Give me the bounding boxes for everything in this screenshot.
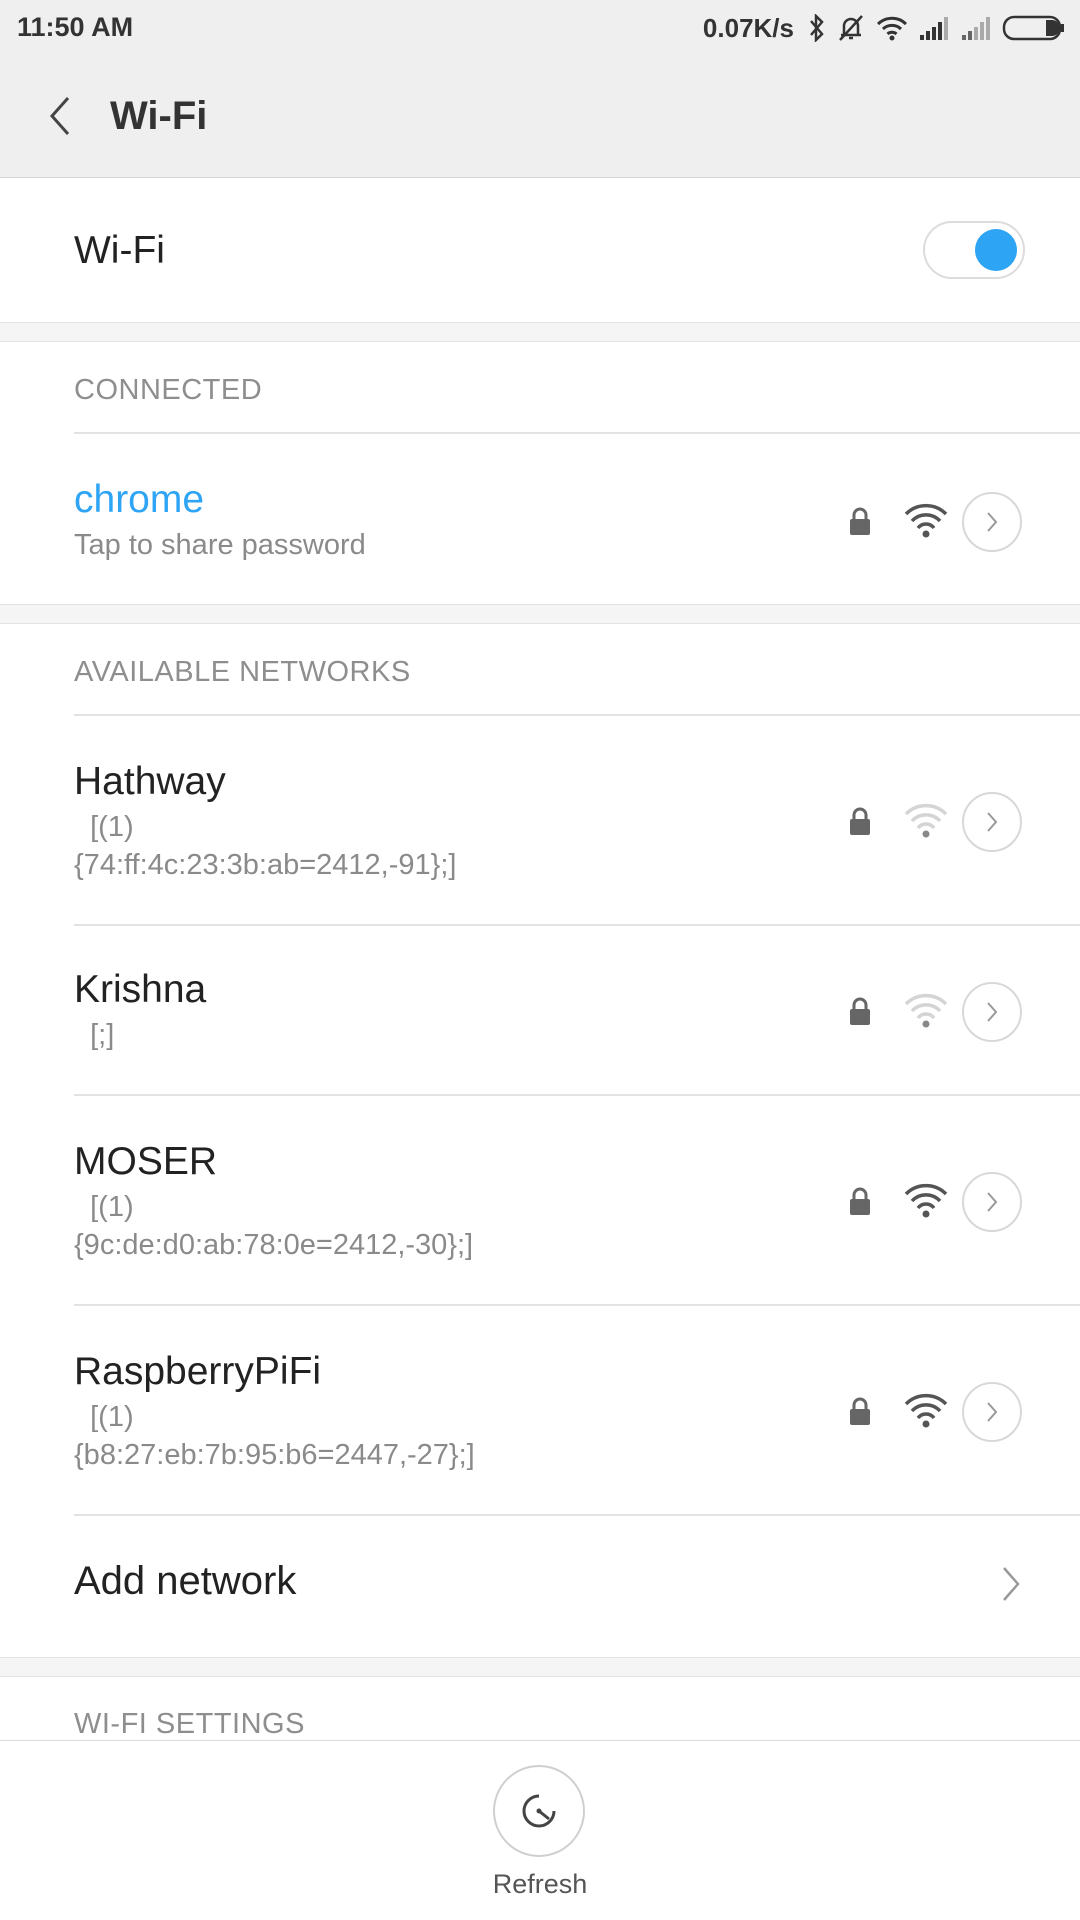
chevron-right-icon xyxy=(987,1192,998,1212)
lock-icon xyxy=(850,997,870,1025)
wifi-signal-icon xyxy=(904,803,948,838)
back-button[interactable] xyxy=(30,84,90,148)
wifi-settings-header: WI-FI SETTINGS xyxy=(74,1708,305,1740)
lock-icon xyxy=(850,807,870,835)
wifi-toggle-switch[interactable] xyxy=(923,221,1025,279)
network-name: RaspberryPiFi xyxy=(74,1350,322,1393)
wifi-signal-icon xyxy=(904,1393,948,1428)
wifi-signal-icon xyxy=(904,1183,948,1218)
wifi-toggle-label: Wi-Fi xyxy=(74,229,165,272)
network-subtitle: [(1) {b8:27:eb:7b:95:b6=2447,-27};] xyxy=(74,1401,475,1471)
wifi-toggle-row[interactable]: Wi-Fi xyxy=(0,179,1080,322)
status-icons: 0.07K/s xyxy=(703,10,1066,46)
page-title: Wi-Fi xyxy=(110,94,208,138)
chevron-right-icon xyxy=(1003,1567,1020,1601)
section-gap xyxy=(0,322,1080,342)
status-bar: 11:50 AM 0.07K/s xyxy=(0,0,1080,56)
action-bar: Wi-Fi xyxy=(0,56,1080,178)
chevron-right-icon xyxy=(987,812,998,832)
wifi-signal-icon xyxy=(904,503,948,538)
connected-network-row[interactable]: chrome Tap to share password xyxy=(0,434,1080,604)
network-details-button[interactable] xyxy=(962,492,1022,552)
refresh-button[interactable] xyxy=(493,1765,585,1857)
network-row-raspberrypifi[interactable]: RaspberryPiFi [(1) {b8:27:eb:7b:95:b6=24… xyxy=(0,1306,1080,1514)
network-row-krishna[interactable]: Krishna [;] xyxy=(0,926,1080,1094)
mute-icon xyxy=(836,13,866,43)
section-gap xyxy=(0,604,1080,624)
add-network-row[interactable]: Add network xyxy=(0,1515,1080,1657)
network-details-button[interactable] xyxy=(962,1382,1022,1442)
network-name: chrome xyxy=(74,478,205,521)
network-name: Hathway xyxy=(74,760,226,803)
chevron-right-icon xyxy=(987,1402,998,1422)
network-subtitle: [;] xyxy=(74,1019,115,1051)
signal-icon xyxy=(960,15,992,41)
chevron-right-icon xyxy=(987,512,998,532)
battery-icon xyxy=(1002,14,1066,42)
chevron-right-icon xyxy=(987,1002,998,1022)
add-network-label: Add network xyxy=(74,1559,297,1603)
chevron-left-icon xyxy=(49,97,70,135)
wifi-icon xyxy=(876,15,908,41)
wifi-signal-icon xyxy=(904,993,948,1028)
network-subtitle: [(1) {74:ff:4c:23:3b:ab=2412,-91};] xyxy=(74,811,457,881)
refresh-label: Refresh xyxy=(492,1869,588,1899)
network-details-button[interactable] xyxy=(962,792,1022,852)
refresh-icon xyxy=(522,1794,556,1828)
network-details-button[interactable] xyxy=(962,982,1022,1042)
network-speed: 0.07K/s xyxy=(702,12,794,43)
status-time: 11:50 AM xyxy=(17,12,134,42)
network-name: MOSER xyxy=(74,1140,218,1183)
signal-icon xyxy=(918,15,950,41)
bluetooth-icon xyxy=(808,14,826,42)
lock-icon xyxy=(850,507,870,535)
network-name: Krishna xyxy=(74,968,207,1011)
bottom-bar: Refresh xyxy=(0,1740,1080,1920)
section-gap xyxy=(0,1657,1080,1677)
toggle-knob xyxy=(975,229,1017,271)
connected-header: CONNECTED xyxy=(74,374,263,406)
network-subtitle: Tap to share password xyxy=(74,529,366,561)
lock-icon xyxy=(850,1397,870,1425)
lock-icon xyxy=(850,1187,870,1215)
network-row-hathway[interactable]: Hathway [(1) {74:ff:4c:23:3b:ab=2412,-91… xyxy=(0,716,1080,924)
network-row-moser[interactable]: MOSER [(1) {9c:de:d0:ab:78:0e=2412,-30};… xyxy=(0,1096,1080,1304)
available-networks-header: AVAILABLE NETWORKS xyxy=(74,656,411,688)
network-details-button[interactable] xyxy=(962,1172,1022,1232)
network-subtitle: [(1) {9c:de:d0:ab:78:0e=2412,-30};] xyxy=(74,1191,474,1261)
